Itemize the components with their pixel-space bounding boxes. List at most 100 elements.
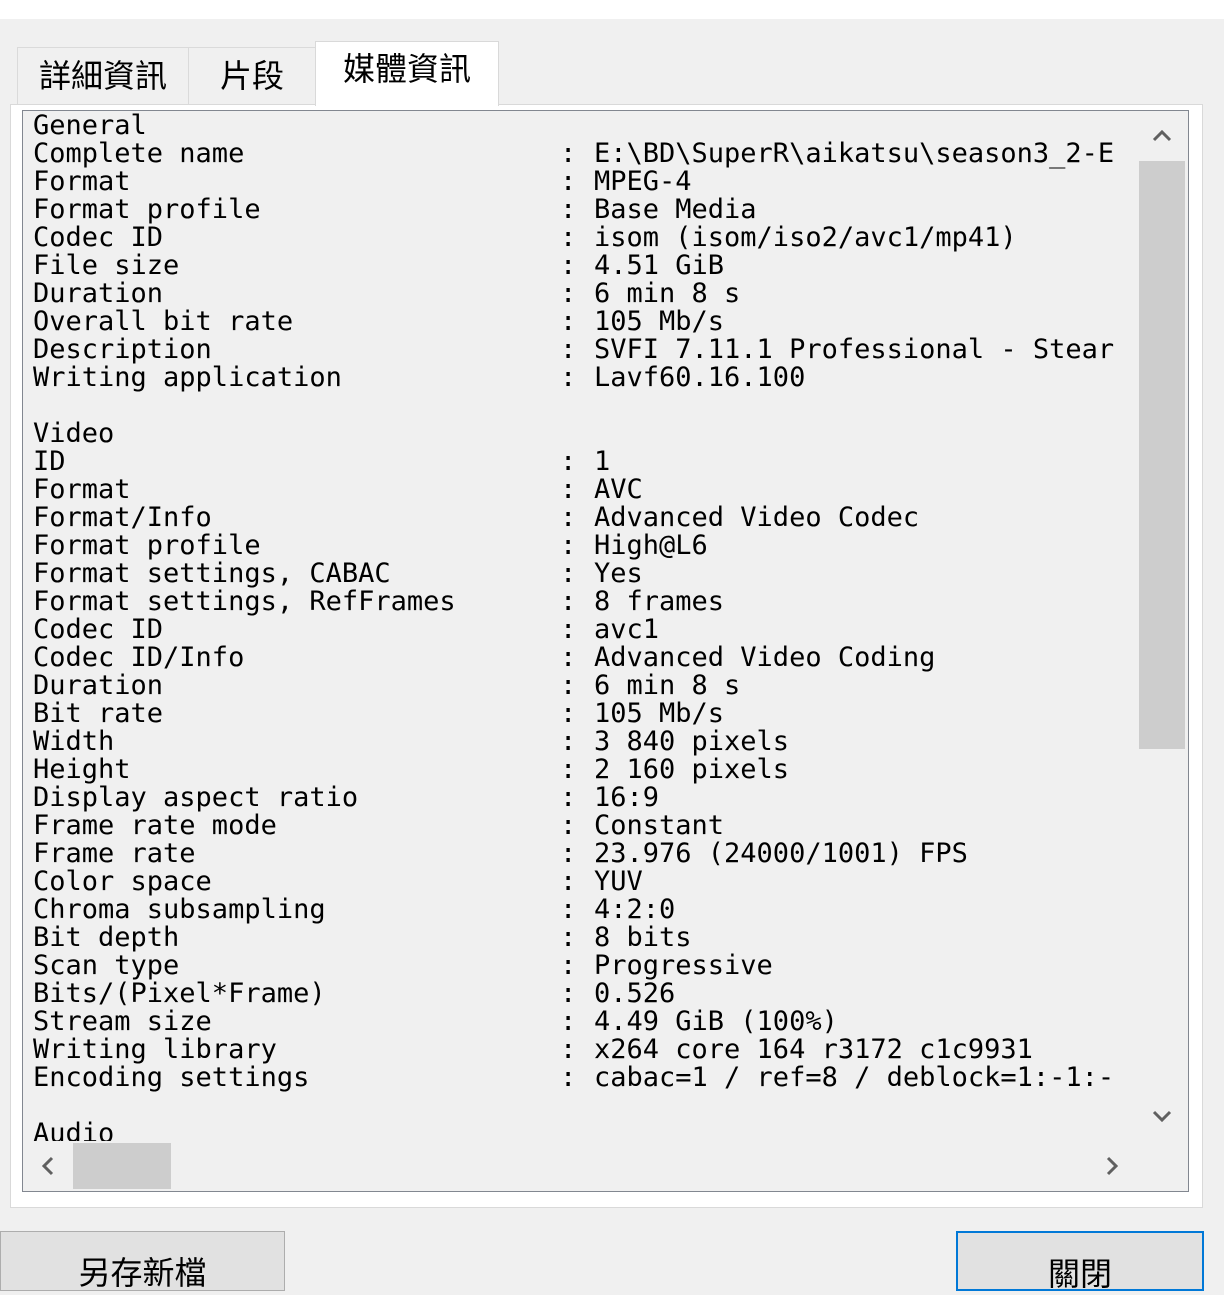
media-info-line: Encoding settings: cabac=1 / ref=8 / debl… — [33, 1064, 1136, 1092]
media-info-line: Format profile: High@L6 — [33, 532, 1136, 560]
media-info-line: Complete name: E:\BD\SuperR\aikatsu\seaso… — [33, 140, 1136, 168]
media-info-value: AVC — [594, 474, 643, 505]
media-info-value: avc1 — [594, 614, 660, 645]
media-info-key: Audio — [33, 1118, 115, 1143]
media-info-value: MPEG-4 — [594, 166, 692, 197]
tab-media-info[interactable]: 媒體資訊 — [315, 41, 499, 106]
media-info-line: Height:2 160 pixels — [33, 756, 1136, 784]
media-info-separator: : — [560, 1006, 577, 1037]
tab-segments[interactable]: 片段 — [188, 47, 316, 105]
media-info-key: Width — [33, 726, 115, 757]
media-info-line: Stream size:4.49 GiB (100%) — [33, 1008, 1136, 1036]
media-info-value: 1 — [594, 446, 611, 477]
media-info-value: Yes — [594, 558, 643, 589]
media-info-separator: : — [560, 1062, 577, 1093]
media-info-key: Bit depth — [33, 922, 180, 953]
media-info-line: Format: MPEG-4 — [33, 168, 1136, 196]
media-info-value: 0.526 — [594, 978, 676, 1009]
media-info-separator: : — [560, 530, 577, 561]
media-info-value: cabac=1 / ref=8 / deblock=1:-1:- — [594, 1062, 1115, 1093]
media-info-key: General — [33, 112, 147, 141]
media-info-key: Writing application — [33, 362, 342, 393]
chevron-down-icon[interactable] — [1137, 1091, 1187, 1141]
media-info-separator: : — [560, 922, 577, 953]
media-info-value: 105 Mb/s — [594, 698, 725, 729]
media-info-line: Format settings, RefFrames:8 frames — [33, 588, 1136, 616]
media-info-line: Chroma subsampling:4:2:0 — [33, 896, 1136, 924]
media-info-line — [33, 392, 1136, 420]
media-info-line: Frame rate:23.976 (24000/1001) FPS — [33, 840, 1136, 868]
tab-details[interactable]: 詳細資訊 — [17, 47, 189, 105]
media-info-key: Codec ID/Info — [33, 642, 245, 673]
media-info-separator: : — [560, 586, 577, 617]
media-info-separator: : — [560, 166, 577, 197]
media-info-value: 8 frames — [594, 586, 725, 617]
media-info-separator: : — [560, 446, 577, 477]
media-info-line: Frame rate mode: Constant — [33, 812, 1136, 840]
media-info-value: 4:2:0 — [594, 894, 676, 925]
chevron-up-icon[interactable] — [1137, 111, 1187, 161]
horizontal-scrollbar[interactable] — [23, 1141, 1137, 1191]
media-info-value: 6 min 8 s — [594, 670, 741, 701]
media-info-value: E:\BD\SuperR\aikatsu\season3_2-E — [594, 138, 1115, 169]
media-info-line: ID:1 — [33, 448, 1136, 476]
media-info-key: Format — [33, 166, 131, 197]
media-info-line: Bit rate:105 Mb/s — [33, 700, 1136, 728]
media-info-value: YUV — [594, 866, 643, 897]
media-info-separator: : — [560, 194, 577, 225]
media-info-value: Constant — [594, 810, 725, 841]
media-info-separator: : — [560, 698, 577, 729]
media-info-key: Color space — [33, 866, 212, 897]
media-info-separator: : — [560, 810, 577, 841]
media-info-line: Writing library: x264 core 164 r3172 c1c9… — [33, 1036, 1136, 1064]
media-info-key: Scan type — [33, 950, 180, 981]
media-info-separator: : — [560, 1034, 577, 1065]
media-info-value: Base Media — [594, 194, 757, 225]
save-as-new-file-button[interactable]: 另存新檔 — [0, 1231, 285, 1292]
window-top-strip — [0, 0, 1224, 19]
media-info-key: Bit rate — [33, 698, 164, 729]
media-info-separator: : — [560, 866, 577, 897]
vertical-scrollbar[interactable] — [1137, 111, 1187, 1141]
close-button[interactable]: 關閉 — [956, 1231, 1204, 1293]
media-info-line: Color space: YUV — [33, 868, 1136, 896]
media-info-key: Complete name — [33, 138, 245, 169]
media-info-line: Format: AVC — [33, 476, 1136, 504]
media-info-separator: : — [560, 978, 577, 1009]
media-info-line: Bits/(Pixel*Frame):0.526 — [33, 980, 1136, 1008]
media-info-textbox[interactable]: General Complete name: E:\BD\SuperR\aikats… — [22, 110, 1189, 1192]
media-info-value: 4.49 GiB (100%) — [594, 1006, 838, 1037]
scrollbar-corner — [1137, 1141, 1187, 1191]
horizontal-scroll-thumb[interactable] — [73, 1143, 171, 1189]
vertical-scroll-thumb[interactable] — [1139, 161, 1185, 749]
media-info-separator: : — [560, 558, 577, 589]
chevron-right-icon[interactable] — [1087, 1141, 1137, 1191]
media-info-value: Progressive — [594, 950, 773, 981]
media-info-separator: : — [560, 250, 577, 281]
media-info-line: Description: SVFI 7.11.1 Professional - S… — [33, 336, 1136, 364]
media-info-key: Codec ID — [33, 614, 164, 645]
media-info-value: Advanced Video Coding — [594, 642, 936, 673]
media-info-key: Stream size — [33, 1006, 212, 1037]
media-info-key: Writing library — [33, 1034, 277, 1065]
media-info-key: ID — [33, 446, 66, 477]
media-info-separator: : — [560, 894, 577, 925]
media-info-line: Audio — [33, 1118, 1136, 1143]
media-info-key: Display aspect ratio — [33, 782, 359, 813]
media-info-separator: : — [560, 502, 577, 533]
media-info-key: Encoding settings — [33, 1062, 310, 1093]
media-info-key: Duration — [33, 278, 164, 309]
media-info-line: Format settings, CABAC: Yes — [33, 560, 1136, 588]
media-info-line: Video — [33, 420, 1136, 448]
chevron-left-icon[interactable] — [23, 1141, 73, 1191]
media-info-key: Frame rate mode — [33, 810, 277, 841]
media-info-key: Codec ID — [33, 222, 164, 253]
media-info-line: Codec ID/Info: Advanced Video Coding — [33, 644, 1136, 672]
media-info-separator: : — [560, 306, 577, 337]
media-info-separator: : — [560, 614, 577, 645]
media-info-value: 3 840 pixels — [594, 726, 790, 757]
media-info-line: Scan type: Progressive — [33, 952, 1136, 980]
media-info-key: Format settings, CABAC — [33, 558, 391, 589]
media-info-separator: : — [560, 950, 577, 981]
media-info-line: Duration:6 min 8 s — [33, 280, 1136, 308]
